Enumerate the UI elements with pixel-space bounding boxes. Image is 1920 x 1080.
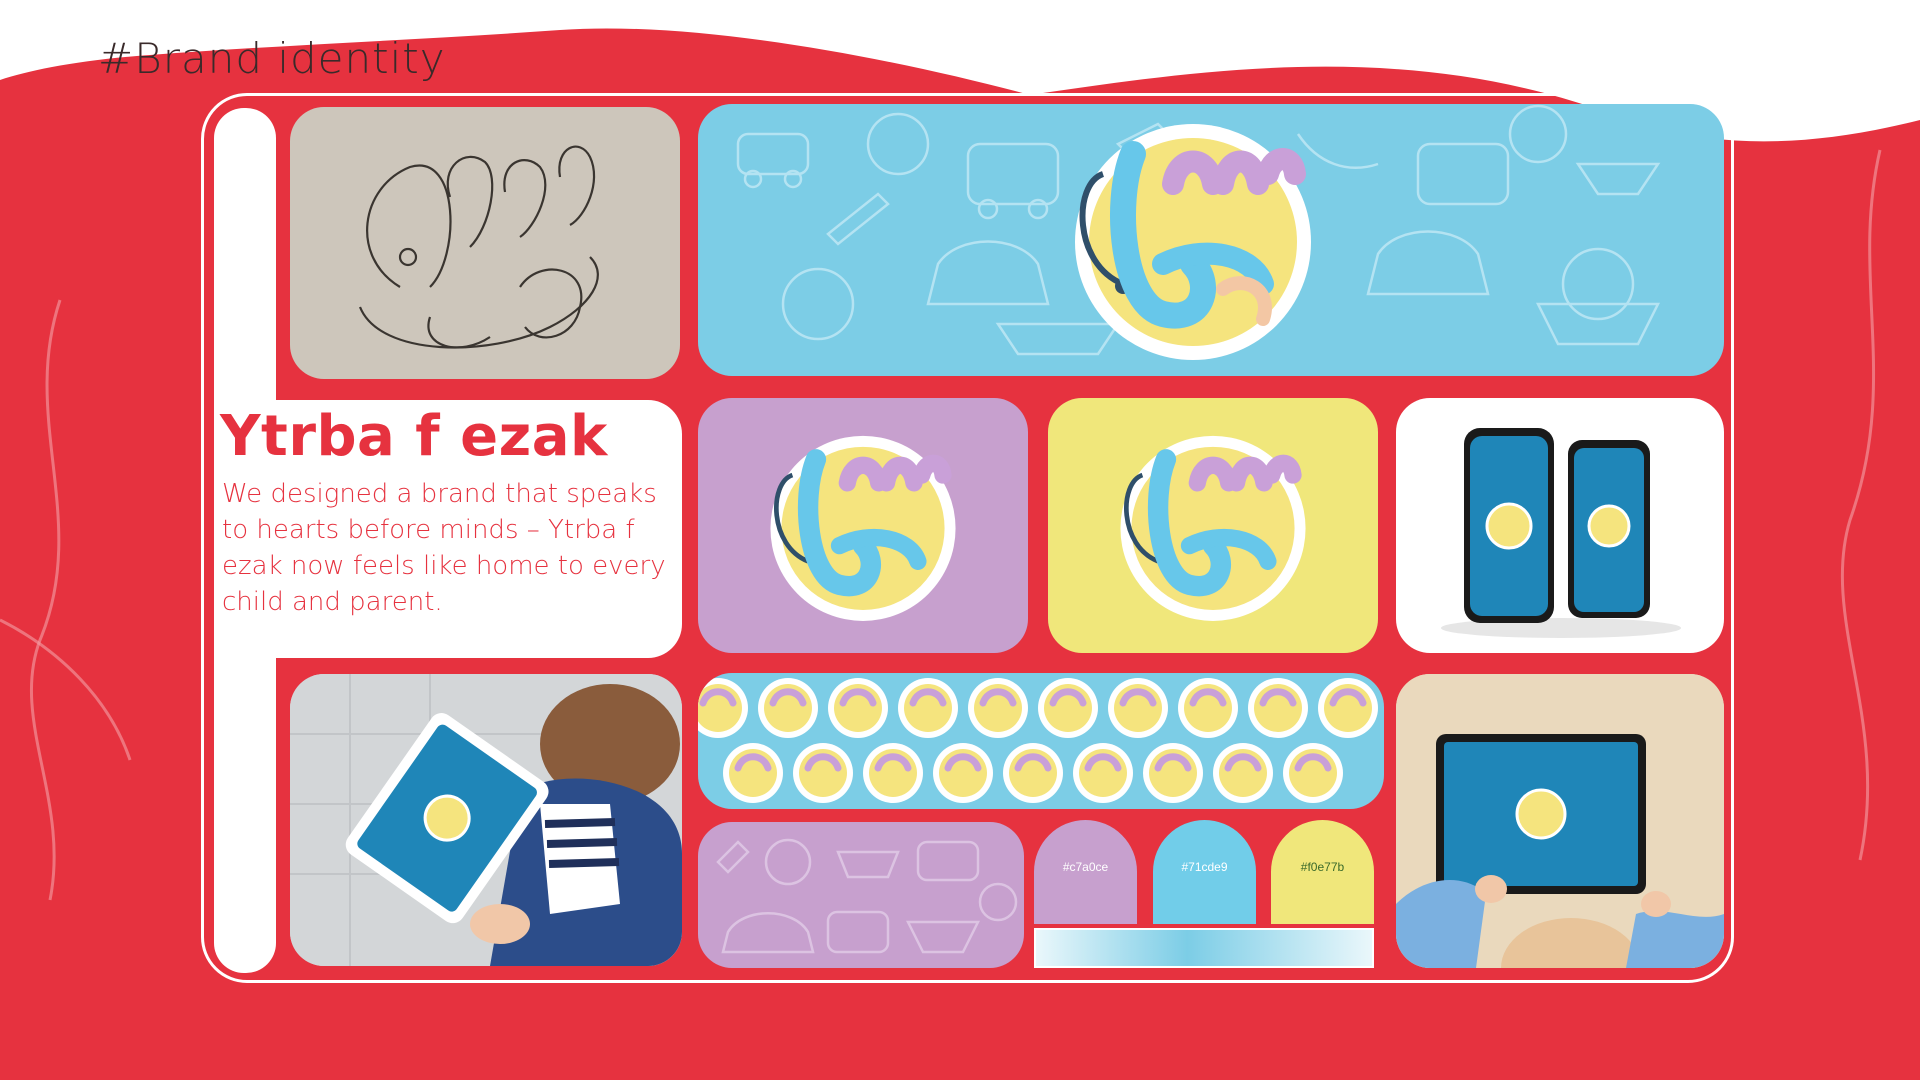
lilac-pattern-tile (698, 822, 1024, 968)
logo-pattern-strip (698, 673, 1384, 809)
swatch-label: #71cde9 (1181, 860, 1228, 874)
logo-lilac-tile (698, 398, 1028, 653)
stethoscope-logo-icon (770, 435, 956, 621)
color-swatch-yellow: #f0e77b (1271, 820, 1374, 924)
hero-banner-tile (698, 104, 1724, 376)
brand-title: Ytrba f ezak (220, 404, 608, 469)
phone-mockup-icon (1441, 428, 1681, 638)
logo-pattern (698, 678, 1378, 803)
swatch-label: #f0e77b (1300, 860, 1345, 874)
stethoscope-logo-icon (1120, 435, 1306, 621)
logo-yellow-tile (1048, 398, 1378, 653)
color-gradient-bar (1034, 928, 1374, 968)
swatch-label: #c7a0ce (1062, 860, 1109, 874)
toys-pattern (716, 838, 1018, 954)
stethoscope-logo-icon (1075, 124, 1311, 360)
page-tag: #Brand identity (98, 34, 446, 83)
sketch-tile (290, 107, 680, 379)
brand-description: We designed a brand that speaks to heart… (222, 479, 666, 617)
color-swatch-lilac: #c7a0ce (1034, 820, 1137, 924)
child-tablet-photo (290, 674, 682, 966)
color-swatch-blue: #71cde9 (1153, 820, 1256, 924)
phone-mockup-tile (1396, 398, 1724, 653)
logo-sketch (358, 145, 599, 349)
tablet-desk-photo (1396, 674, 1724, 968)
